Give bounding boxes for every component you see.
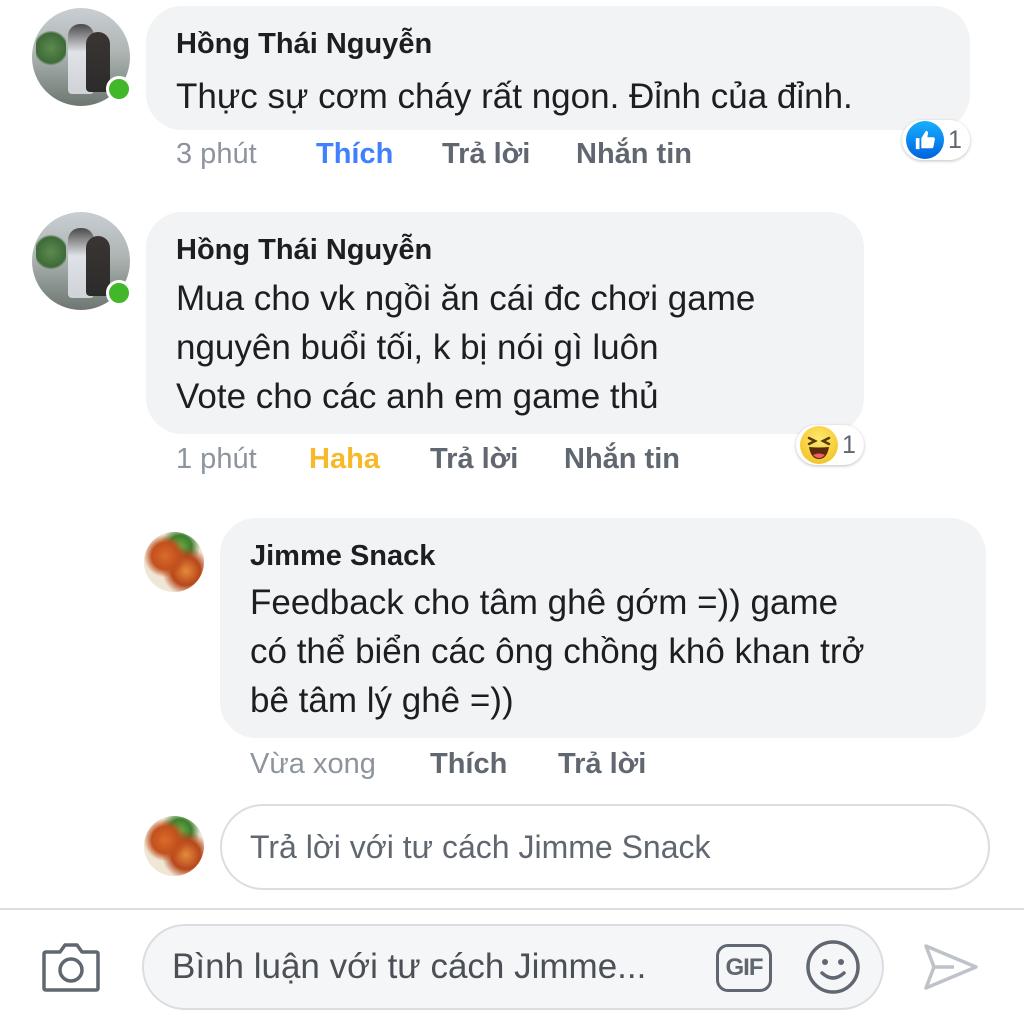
camera-icon[interactable] [40, 938, 102, 996]
comment-bubble[interactable]: Hồng Thái Nguyễn Mua cho vk ngồi ăn cái … [146, 212, 864, 434]
reply-button[interactable]: Trả lời [558, 748, 646, 781]
comment-bubble[interactable]: Hồng Thái Nguyễn Thực sự cơm cháy rất ng… [146, 6, 970, 130]
reply-time: Vừa xong [250, 748, 376, 780]
online-status-indicator [106, 280, 132, 306]
comment-author[interactable]: Hồng Thái Nguyễn [176, 28, 432, 61]
like-button[interactable]: Thích [430, 748, 507, 781]
send-icon[interactable] [920, 938, 982, 996]
comment-input[interactable]: Bình luận với tư cách Jimme... [142, 924, 884, 1010]
divider [0, 908, 1024, 910]
haha-icon [800, 426, 838, 464]
avatar [144, 816, 204, 876]
comment-input-placeholder: Bình luận với tư cách Jimme... [172, 947, 647, 986]
like-icon [906, 121, 944, 159]
emoji-icon[interactable] [804, 938, 862, 996]
message-button[interactable]: Nhắn tin [576, 138, 692, 171]
like-button[interactable]: Thích [316, 138, 393, 171]
reply-button[interactable]: Trả lời [430, 443, 518, 476]
online-status-indicator [106, 76, 132, 102]
haha-button[interactable]: Haha [309, 443, 380, 476]
reaction-summary[interactable]: 1 [796, 425, 864, 465]
reply-bubble[interactable]: Jimme Snack Feedback cho tâm ghê gớm =))… [220, 518, 986, 738]
reply-button[interactable]: Trả lời [442, 138, 530, 171]
reply-input[interactable]: Trả lời với tư cách Jimme Snack [220, 804, 990, 890]
gif-button[interactable]: GIF [716, 944, 772, 992]
comment-text: Mua cho vk ngồi ăn cái đc chơi game nguy… [176, 279, 756, 416]
reaction-count: 1 [948, 125, 962, 154]
avatar[interactable] [144, 532, 204, 592]
comment-author[interactable]: Hồng Thái Nguyễn [176, 234, 432, 267]
reply-input-placeholder: Trả lời với tư cách Jimme Snack [250, 828, 711, 865]
comment-time: 1 phút [176, 443, 257, 475]
comment-text: Thực sự cơm cháy rất ngon. Đỉnh của đỉnh… [176, 77, 853, 116]
reaction-summary[interactable]: 1 [902, 120, 970, 160]
comment-time: 3 phút [176, 138, 257, 170]
message-button[interactable]: Nhắn tin [564, 443, 680, 476]
reaction-count: 1 [842, 430, 856, 459]
reply-text: Feedback cho tâm ghê gớm =)) game có thể… [250, 583, 865, 720]
reply-author[interactable]: Jimme Snack [250, 540, 435, 573]
